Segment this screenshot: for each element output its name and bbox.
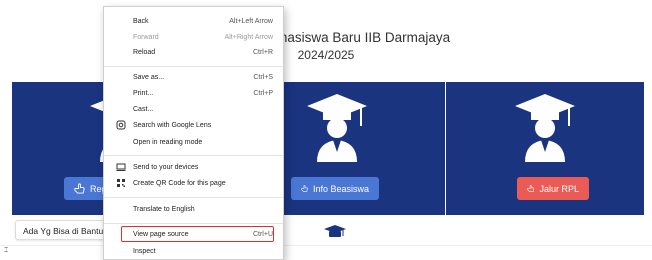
footer-divider xyxy=(0,245,652,246)
hand-pointer-icon xyxy=(527,185,535,192)
menu-item-inspect[interactable]: Inspect xyxy=(104,244,283,259)
page-subtitle: 2024/2025 xyxy=(297,48,355,62)
menu-item-qr-code[interactable]: Create QR Code for this page xyxy=(104,176,283,191)
devices-icon xyxy=(116,163,126,171)
menu-item-translate[interactable]: Translate to English xyxy=(104,202,283,217)
hand-pointer-icon xyxy=(301,185,308,192)
info-beasiswa-label: Info Beasiswa xyxy=(312,183,369,194)
menu-item-cast[interactable]: Cast... xyxy=(104,102,283,117)
qr-code-icon xyxy=(117,179,125,187)
rpl-card: Jalur RPL xyxy=(446,82,644,215)
page-title: n Mahasiswa Baru IIB Darmajaya xyxy=(249,30,451,45)
menu-item-google-lens[interactable]: Search with Google Lens xyxy=(104,118,283,133)
view-source-highlight xyxy=(121,226,274,242)
graduate-icon xyxy=(515,94,575,162)
graduate-icon xyxy=(307,94,367,162)
menu-separator xyxy=(104,155,283,156)
jalur-rpl-button[interactable]: Jalur RPL xyxy=(517,177,589,200)
lens-icon xyxy=(116,120,126,130)
menu-item-back[interactable]: Back Alt+Left Arrow xyxy=(104,14,283,29)
text-cursor: ⌶ xyxy=(4,247,9,254)
hand-pointer-icon xyxy=(74,183,85,194)
menu-item-print[interactable]: Print... Ctrl+P xyxy=(104,86,283,101)
browser-context-menu: Back Alt+Left Arrow Forward Alt+Right Ar… xyxy=(103,6,284,260)
menu-item-forward[interactable]: Forward Alt+Right Arrow xyxy=(104,30,283,45)
graduation-cap-icon xyxy=(324,225,346,237)
menu-item-send-devices[interactable]: Send to your devices xyxy=(104,160,283,175)
menu-separator xyxy=(104,66,283,67)
info-beasiswa-button[interactable]: Info Beasiswa xyxy=(291,177,379,200)
menu-separator xyxy=(104,197,283,198)
menu-item-save-as[interactable]: Save as... Ctrl+S xyxy=(104,70,283,85)
menu-separator xyxy=(104,223,283,224)
menu-item-reading-mode[interactable]: Open in reading mode xyxy=(104,135,283,150)
menu-item-reload[interactable]: Reload Ctrl+R xyxy=(104,45,283,60)
jalur-rpl-label: Jalur RPL xyxy=(539,183,579,194)
